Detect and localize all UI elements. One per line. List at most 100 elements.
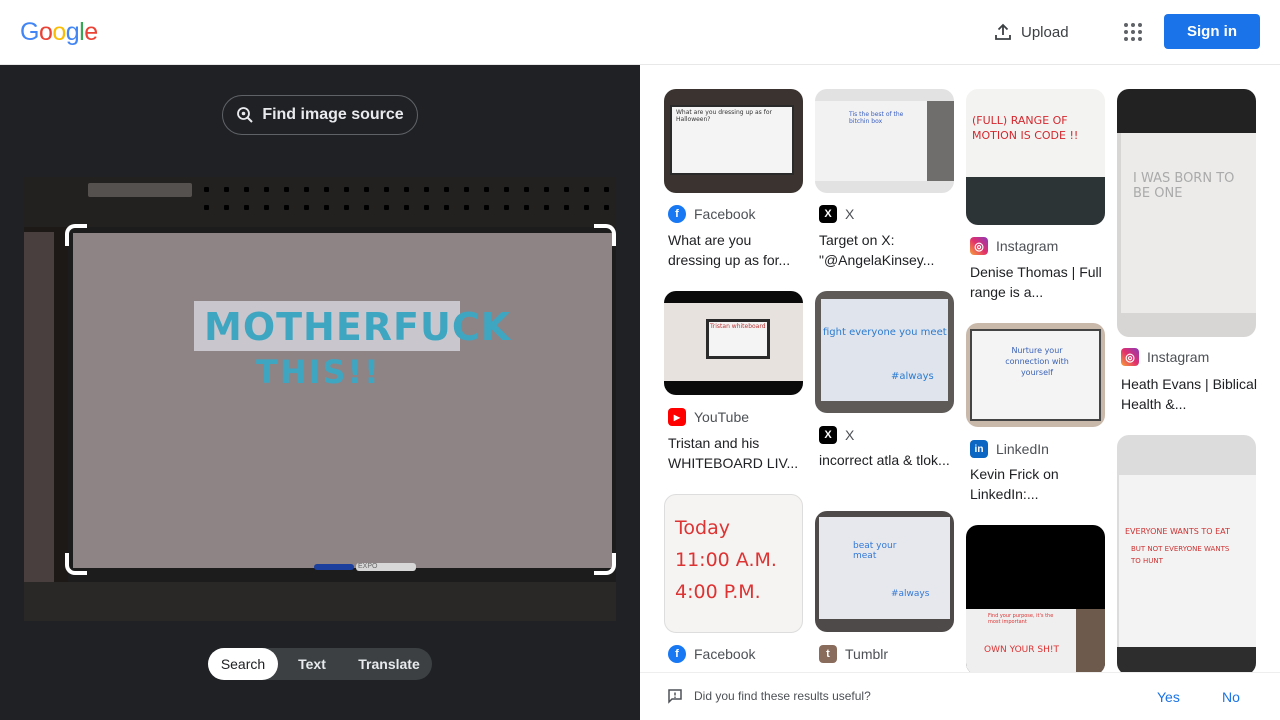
upload-icon: [995, 23, 1011, 40]
result-card[interactable]: (FULL) RANGE OF MOTION IS CODE !! ◎ Inst…: [966, 89, 1105, 309]
pegboard-hole: [344, 187, 349, 192]
result-card[interactable]: I WAS BORN TO BE ONE ◎ Instagram Heath E…: [1117, 89, 1257, 429]
pegboard-hole: [564, 187, 569, 192]
crop-handle-top-right[interactable]: [594, 224, 616, 246]
result-title[interactable]: Heath Evans | Biblical Health &...: [1121, 374, 1260, 414]
linkedin-icon: in: [970, 440, 988, 458]
result-thumbnail[interactable]: fight everyone you meet #always: [815, 291, 954, 413]
thumb-whiteboard: [819, 517, 950, 619]
thumb-text: (FULL) RANGE OF MOTION IS CODE !!: [972, 114, 1079, 142]
pegboard-hole: [204, 205, 209, 210]
result-thumbnail[interactable]: Find your purpose, it's the most importa…: [966, 525, 1105, 675]
tab-text[interactable]: Text: [278, 648, 346, 680]
result-card[interactable]: fight everyone you meet #always X X inco…: [815, 291, 954, 491]
result-thumbnail[interactable]: I WAS BORN TO BE ONE: [1117, 89, 1256, 337]
result-source[interactable]: f Facebook: [668, 645, 755, 663]
find-image-source-label: Find image source: [262, 106, 404, 123]
pegboard-hole: [264, 187, 269, 192]
thumb-whiteboard: [1121, 133, 1256, 313]
tab-search[interactable]: Search: [208, 648, 278, 680]
facebook-icon: f: [668, 645, 686, 663]
thumb-heater: [966, 177, 1105, 225]
result-source-name: Facebook: [694, 206, 756, 222]
pegboard: [24, 177, 616, 227]
pegboard-hole: [384, 187, 389, 192]
result-title[interactable]: incorrect atla & tlok...: [819, 450, 958, 470]
pegboard-hole: [324, 205, 329, 210]
result-title[interactable]: Kevin Frick on LinkedIn:...: [970, 464, 1109, 504]
upload-button[interactable]: Upload: [993, 20, 1069, 44]
result-card[interactable]: Tis the best of the bitchin box X X Targ…: [815, 89, 954, 279]
result-card[interactable]: Nurture your connection with yourself in…: [966, 323, 1105, 513]
logo-letter: o: [52, 18, 66, 46]
result-card[interactable]: Find your purpose, it's the most importa…: [966, 525, 1105, 675]
result-source[interactable]: f Facebook: [668, 205, 755, 223]
result-card[interactable]: beat your meat #always t Tumblr: [815, 511, 954, 671]
result-card[interactable]: Today 11:00 A.M. 4:00 P.M. f Facebook: [664, 494, 803, 674]
result-source-name: X: [845, 206, 855, 222]
google-logo[interactable]: Google: [20, 18, 98, 47]
result-source[interactable]: ◎ Instagram: [1121, 348, 1209, 366]
pegboard-hole: [464, 187, 469, 192]
result-source[interactable]: X X: [819, 205, 854, 223]
side-board: [24, 232, 54, 621]
result-card[interactable]: EVERYONE WANTS TO EAT BUT NOT EVERYONE W…: [1117, 435, 1256, 675]
crop-handle-top-left[interactable]: [65, 224, 87, 246]
tab-translate[interactable]: Translate: [346, 648, 432, 680]
feedback-no-button[interactable]: No: [1222, 689, 1240, 705]
sign-in-button[interactable]: Sign in: [1164, 14, 1260, 49]
apps-grid-icon[interactable]: [1121, 20, 1145, 44]
logo-letter: g: [65, 18, 80, 46]
result-source-name: YouTube: [694, 409, 750, 425]
result-card[interactable]: What are you dressing up as for Hallowee…: [664, 89, 803, 279]
selected-image[interactable]: MOTHERFUCK THIS!!: [24, 177, 616, 621]
result-source[interactable]: X X: [819, 426, 854, 444]
result-thumbnail[interactable]: Today 11:00 A.M. 4:00 P.M.: [664, 494, 803, 633]
result-title[interactable]: Denise Thomas | Full range is a...: [970, 262, 1109, 302]
thumb-text: Nurture your connection with yourself: [1005, 346, 1069, 377]
whiteboard: [73, 233, 612, 568]
whiteboard-text-line1: MOTHERFUCK: [204, 305, 512, 349]
result-thumbnail[interactable]: Tristan whiteboard: [664, 291, 803, 395]
price-tag: [88, 183, 192, 197]
x-icon: X: [819, 205, 837, 223]
lens-mode-switcher: Search Text Translate: [208, 648, 432, 680]
pegboard-hole: [544, 205, 549, 210]
pegboard-hole: [344, 205, 349, 210]
pegboard-hole: [284, 187, 289, 192]
find-image-source-button[interactable]: Find image source: [222, 95, 418, 135]
pegboard-hole: [444, 205, 449, 210]
x-icon: X: [819, 426, 837, 444]
pegboard-hole: [404, 205, 409, 210]
result-thumbnail[interactable]: EVERYONE WANTS TO EAT BUT NOT EVERYONE W…: [1117, 435, 1256, 675]
result-source[interactable]: ◎ Instagram: [970, 237, 1058, 255]
result-source-name: Facebook: [694, 646, 756, 662]
pegboard-hole: [504, 187, 509, 192]
pegboard-hole: [584, 205, 589, 210]
result-thumbnail[interactable]: (FULL) RANGE OF MOTION IS CODE !!: [966, 89, 1105, 225]
pegboard-hole: [464, 205, 469, 210]
result-source-name: LinkedIn: [996, 441, 1049, 457]
lens-panel: Find image source MOTHERFUCK THIS!! Sear…: [0, 65, 640, 720]
result-title[interactable]: Tristan and his WHITEBOARD LIV...: [668, 433, 807, 473]
result-thumbnail[interactable]: Tis the best of the bitchin box: [815, 89, 954, 193]
thumb-wall: [927, 101, 954, 181]
result-source[interactable]: ▶ YouTube: [668, 408, 749, 426]
result-thumbnail[interactable]: beat your meat #always: [815, 511, 954, 632]
thumb-text: beat your meat: [853, 541, 897, 561]
feedback-yes-button[interactable]: Yes: [1157, 689, 1180, 705]
result-title[interactable]: Target on X: "@AngelaKinsey...: [819, 230, 958, 270]
result-source[interactable]: t Tumblr: [819, 645, 888, 663]
pegboard-hole: [584, 187, 589, 192]
result-title[interactable]: What are you dressing up as for...: [668, 230, 807, 270]
logo-letter: o: [38, 18, 53, 46]
pegboard-hole: [224, 187, 229, 192]
result-source[interactable]: in LinkedIn: [970, 440, 1049, 458]
result-card[interactable]: Tristan whiteboard ▶ YouTube Tristan and…: [664, 291, 803, 481]
result-thumbnail[interactable]: Nurture your connection with yourself: [966, 323, 1105, 427]
result-thumbnail[interactable]: What are you dressing up as for Hallowee…: [664, 89, 803, 193]
crop-handle-bottom-right[interactable]: [594, 553, 616, 575]
thumb-text: 4:00 P.M.: [675, 581, 761, 603]
thumb-text: What are you dressing up as for Hallowee…: [676, 109, 772, 123]
crop-handle-bottom-left[interactable]: [65, 553, 87, 575]
